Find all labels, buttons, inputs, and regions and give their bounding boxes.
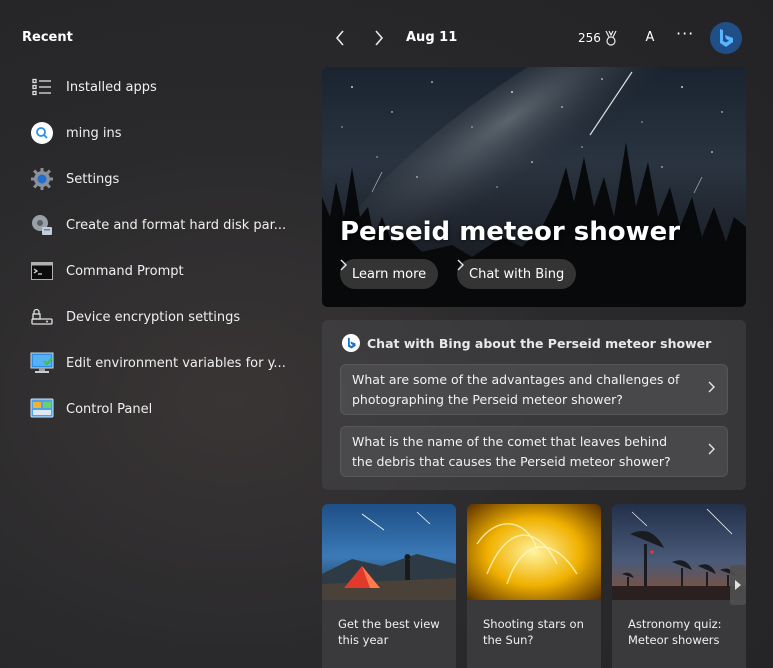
tent-under-stars-image bbox=[322, 504, 456, 600]
medal-icon bbox=[605, 30, 617, 46]
caret-right-icon bbox=[735, 580, 741, 590]
system-properties-icon bbox=[30, 351, 54, 375]
control-panel-icon bbox=[30, 397, 54, 421]
gear-icon bbox=[30, 167, 54, 191]
chevron-right-icon bbox=[457, 259, 464, 271]
widget-topbar: Aug 11 256 A ··· bbox=[322, 20, 752, 56]
chat-question-text: What is the name of the comet that leave… bbox=[352, 434, 671, 469]
recent-item-label: Settings bbox=[66, 171, 120, 187]
radio-telescopes-image bbox=[612, 504, 746, 600]
chevron-right-icon bbox=[708, 381, 715, 393]
chat-heading: Chat with Bing about the Perseid meteor … bbox=[342, 334, 711, 352]
learn-more-button[interactable]: Learn more bbox=[340, 259, 439, 289]
bing-button[interactable] bbox=[710, 22, 742, 54]
date-label: Aug 11 bbox=[406, 30, 458, 45]
bing-icon bbox=[342, 334, 360, 352]
disk-management-icon bbox=[30, 213, 54, 237]
chat-question-2[interactable]: What is the name of the comet that leave… bbox=[340, 426, 728, 477]
recent-item-label: Create and format hard disk par... bbox=[66, 217, 287, 233]
chat-with-bing-card: Chat with Bing about the Perseid meteor … bbox=[322, 320, 746, 490]
chevron-right-icon bbox=[708, 443, 715, 455]
chat-question-1[interactable]: What are some of the advantages and chal… bbox=[340, 364, 728, 415]
chevron-right-icon bbox=[375, 30, 384, 46]
points-value: 256 bbox=[578, 31, 601, 45]
recent-item-settings[interactable]: Settings bbox=[30, 156, 300, 202]
recent-panel: Recent Installed apps ming ins Settings … bbox=[0, 0, 310, 668]
recent-heading: Recent bbox=[22, 30, 73, 45]
hero-title: Perseid meteor shower bbox=[340, 217, 681, 247]
recent-item-control-panel[interactable]: Control Panel bbox=[30, 386, 300, 432]
chat-heading-text: Chat with Bing about the Perseid meteor … bbox=[367, 335, 712, 351]
recent-item-disk-management[interactable]: Create and format hard disk par... bbox=[30, 202, 300, 248]
recent-item-command-prompt[interactable]: Command Prompt bbox=[30, 248, 300, 294]
card-caption: Get the best view this year bbox=[338, 617, 440, 647]
recent-list: Installed apps ming ins Settings Create … bbox=[30, 64, 300, 432]
rewards-points[interactable]: 256 bbox=[578, 30, 618, 46]
recent-item-label: Installed apps bbox=[66, 79, 157, 95]
recent-item-environment-variables[interactable]: Edit environment variables for y... bbox=[30, 340, 300, 386]
previous-button[interactable] bbox=[328, 26, 352, 50]
cards-scroll-right-button[interactable] bbox=[730, 565, 746, 605]
recent-item-label: Command Prompt bbox=[66, 263, 184, 279]
recent-item-installed-apps[interactable]: Installed apps bbox=[30, 64, 300, 110]
chat-with-bing-button[interactable]: Chat with Bing bbox=[457, 259, 577, 289]
recent-item-label: Device encryption settings bbox=[66, 309, 241, 325]
chevron-left-icon bbox=[335, 30, 344, 46]
more-options-button[interactable]: ··· bbox=[676, 24, 694, 43]
article-card-sun[interactable]: Shooting stars on the Sun? bbox=[467, 504, 601, 668]
sun-surface-image bbox=[467, 504, 601, 600]
chevron-right-icon bbox=[340, 259, 347, 271]
terminal-icon bbox=[30, 259, 54, 283]
avatar[interactable]: A bbox=[640, 27, 660, 47]
search-icon bbox=[30, 121, 54, 145]
card-caption: Shooting stars on the Sun? bbox=[483, 617, 584, 647]
recent-item-label: Edit environment variables for y... bbox=[66, 355, 286, 371]
next-button[interactable] bbox=[367, 26, 391, 50]
chat-with-bing-label: Chat with Bing bbox=[469, 266, 565, 282]
device-encryption-icon bbox=[30, 305, 54, 329]
recent-item-search[interactable]: ming ins bbox=[30, 110, 300, 156]
card-caption: Astronomy quiz: Meteor showers bbox=[628, 617, 722, 647]
recent-item-device-encryption[interactable]: Device encryption settings bbox=[30, 294, 300, 340]
bing-icon bbox=[720, 29, 733, 47]
learn-more-label: Learn more bbox=[352, 266, 427, 282]
hero-card[interactable]: Perseid meteor shower Learn more Chat wi… bbox=[322, 67, 746, 307]
list-icon bbox=[30, 75, 54, 99]
chat-question-text: What are some of the advantages and chal… bbox=[352, 372, 680, 407]
recent-item-label: ming ins bbox=[66, 125, 122, 141]
article-card-best-view[interactable]: Get the best view this year bbox=[322, 504, 456, 668]
article-card-quiz[interactable]: Astronomy quiz: Meteor showers bbox=[612, 504, 746, 668]
recent-item-label: Control Panel bbox=[66, 401, 153, 417]
